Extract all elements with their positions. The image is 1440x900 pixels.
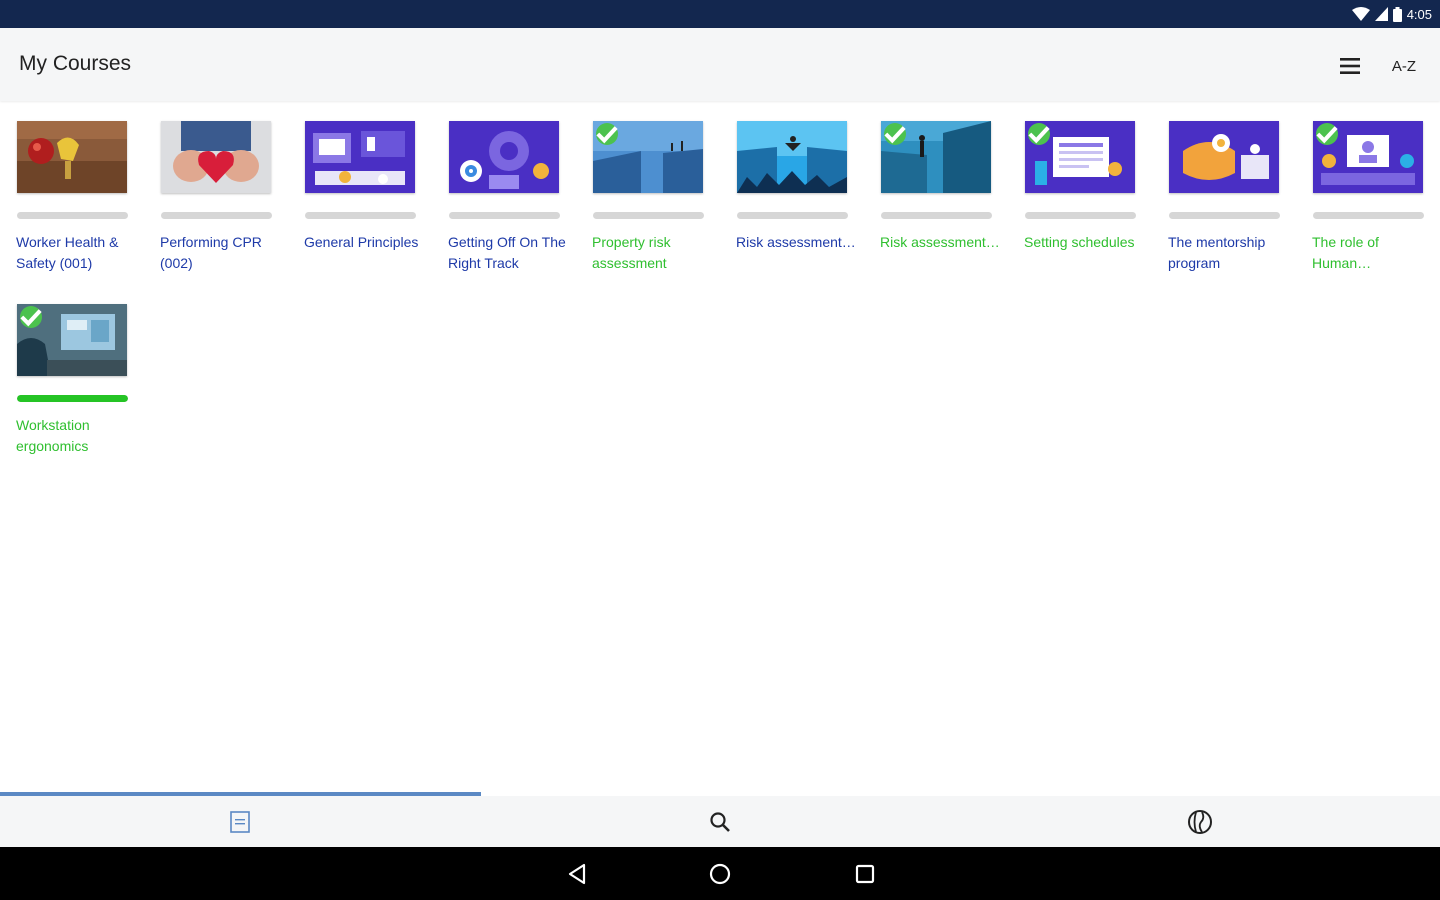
system-navigation-bar bbox=[0, 847, 1440, 900]
course-thumbnail bbox=[1025, 121, 1135, 193]
course-progress-bar bbox=[593, 212, 704, 219]
back-button[interactable] bbox=[564, 861, 590, 887]
course-title: General Principles bbox=[304, 234, 419, 250]
course-progress-bar bbox=[737, 212, 848, 219]
course-progress-bar bbox=[1025, 212, 1136, 219]
course-title: Getting Off On The Right Track bbox=[448, 234, 566, 271]
course-card[interactable]: Risk assessment… bbox=[864, 121, 1000, 301]
course-progress-fill bbox=[17, 395, 128, 402]
status-time: 4:05 bbox=[1406, 6, 1432, 22]
course-card[interactable]: Worker Health & Safety (001) bbox=[0, 121, 130, 301]
course-thumbnail bbox=[17, 121, 127, 193]
menu-button[interactable] bbox=[1332, 48, 1368, 84]
course-title: Setting schedules bbox=[1024, 234, 1135, 250]
course-progress-bar bbox=[1169, 212, 1280, 219]
completed-check-icon bbox=[596, 123, 618, 145]
course-title: The mentorship program bbox=[1168, 234, 1266, 271]
courses-tab-icon bbox=[230, 810, 250, 833]
course-title: Worker Health & Safety (001) bbox=[16, 234, 119, 271]
tab-courses[interactable] bbox=[0, 796, 480, 847]
tab-search[interactable] bbox=[480, 796, 960, 847]
course-progress-bar bbox=[17, 395, 128, 402]
course-thumbnail bbox=[881, 121, 991, 193]
course-thumbnail bbox=[1313, 121, 1423, 193]
course-title: Risk assessment… bbox=[880, 234, 1000, 250]
course-thumbnail bbox=[161, 121, 271, 193]
course-grid: Worker Health & Safety (001) Performing … bbox=[0, 101, 1440, 791]
course-card[interactable]: Property risk assessment bbox=[576, 121, 706, 301]
wifi-icon bbox=[1351, 7, 1370, 21]
completed-check-icon bbox=[884, 123, 906, 145]
page-title: My Courses bbox=[19, 52, 132, 75]
bottom-navigation bbox=[0, 796, 1440, 847]
course-card[interactable]: Setting schedules bbox=[1008, 121, 1138, 301]
completed-check-icon bbox=[1316, 123, 1338, 145]
course-thumbnail bbox=[1169, 121, 1279, 193]
home-button[interactable] bbox=[707, 861, 733, 887]
course-card[interactable]: Performing CPR (002) bbox=[144, 121, 274, 301]
completed-check-icon bbox=[20, 306, 42, 328]
course-title: Property risk assessment bbox=[592, 234, 671, 271]
course-thumbnail bbox=[305, 121, 415, 193]
course-progress-bar bbox=[1313, 212, 1424, 219]
course-progress-bar bbox=[17, 212, 128, 219]
course-title: The role of Human… bbox=[1312, 234, 1379, 271]
course-card[interactable]: The mentorship program bbox=[1152, 121, 1282, 301]
back-icon bbox=[568, 863, 586, 885]
course-thumbnail bbox=[737, 121, 847, 193]
course-progress-bar bbox=[305, 212, 416, 219]
search-icon bbox=[710, 811, 730, 832]
course-thumbnail bbox=[449, 121, 559, 193]
recents-button[interactable] bbox=[852, 861, 878, 887]
cell-signal-icon bbox=[1374, 7, 1388, 21]
sort-az-button[interactable]: A-Z bbox=[1384, 50, 1424, 82]
course-thumbnail bbox=[17, 304, 127, 376]
status-bar: 4:05 bbox=[0, 0, 1440, 28]
course-title: Risk assessment… bbox=[736, 234, 856, 250]
menu-icon bbox=[1340, 58, 1360, 74]
course-progress-bar bbox=[161, 212, 272, 219]
course-card[interactable]: Risk assessment… bbox=[720, 121, 856, 301]
home-icon bbox=[709, 863, 731, 885]
recents-icon bbox=[855, 864, 875, 884]
tab-globe[interactable] bbox=[960, 796, 1440, 847]
course-thumbnail bbox=[593, 121, 703, 193]
completed-check-icon bbox=[1028, 123, 1050, 145]
course-progress-bar bbox=[881, 212, 992, 219]
course-title: Workstation ergonomics bbox=[16, 417, 90, 454]
status-icons: 4:05 bbox=[1351, 5, 1432, 23]
course-progress-bar bbox=[449, 212, 560, 219]
course-title: Performing CPR (002) bbox=[160, 234, 262, 271]
course-card[interactable]: General Principles bbox=[288, 121, 418, 301]
course-card[interactable]: Getting Off On The Right Track bbox=[432, 121, 566, 301]
app-bar: My Courses A-Z bbox=[0, 28, 1440, 101]
battery-icon bbox=[1392, 6, 1402, 22]
course-card[interactable]: Workstation ergonomics bbox=[0, 304, 130, 484]
globe-icon bbox=[1188, 809, 1212, 834]
course-card[interactable]: The role of Human… bbox=[1296, 121, 1426, 301]
